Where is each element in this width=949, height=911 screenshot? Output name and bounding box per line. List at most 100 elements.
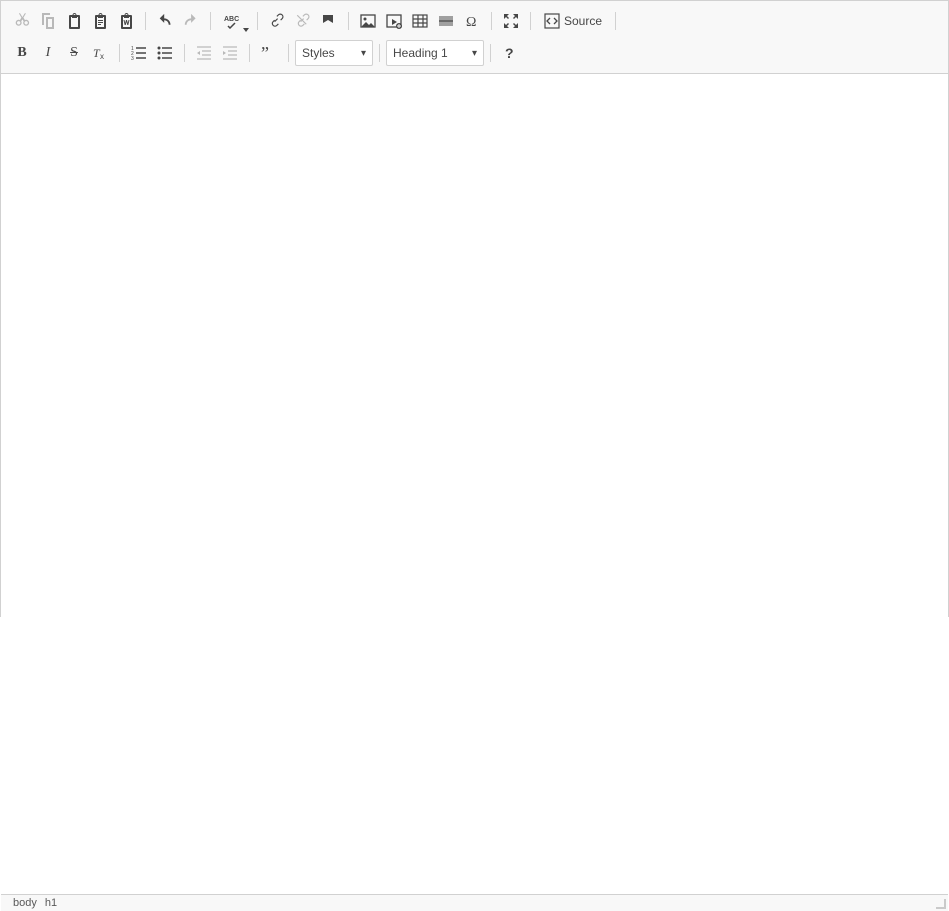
toolbar-row-2: B I S Tx 123 ” Styles ▾ xyxy=(7,37,942,69)
spellcheck-icon: ABC xyxy=(224,13,244,29)
svg-text:Ω: Ω xyxy=(466,15,476,29)
italic-icon: I xyxy=(46,45,51,61)
question-icon: ? xyxy=(502,45,518,61)
image-button[interactable] xyxy=(355,8,381,34)
svg-text:x: x xyxy=(100,52,104,61)
unlink-icon xyxy=(295,13,311,29)
italic-button[interactable]: I xyxy=(35,40,61,66)
separator xyxy=(491,12,492,30)
source-button[interactable]: Source xyxy=(537,8,609,34)
resize-handle[interactable] xyxy=(934,897,946,909)
blockquote-button[interactable]: ” xyxy=(256,40,282,66)
image-icon xyxy=(360,13,376,29)
link-button[interactable] xyxy=(264,8,290,34)
group-about: ? xyxy=(495,40,525,66)
format-label: Heading 1 xyxy=(393,46,448,60)
spellcheck-button[interactable]: ABC xyxy=(217,8,251,34)
separator xyxy=(379,44,380,62)
paste-text-button[interactable] xyxy=(87,8,113,34)
maximize-button[interactable] xyxy=(498,8,524,34)
group-basicstyles: B I S Tx xyxy=(7,40,115,66)
numlist-button[interactable]: 123 xyxy=(126,40,152,66)
separator xyxy=(249,44,250,62)
cut-icon xyxy=(14,13,30,29)
group-undo xyxy=(150,8,206,34)
svg-text:?: ? xyxy=(505,45,514,61)
format-combo[interactable]: Heading 1 ▾ xyxy=(386,40,484,66)
group-links xyxy=(262,8,344,34)
chevron-down-icon: ▾ xyxy=(361,48,366,59)
separator xyxy=(615,12,616,30)
elementpath-h1[interactable]: h1 xyxy=(41,895,61,911)
bullist-icon xyxy=(157,45,173,61)
copy-icon xyxy=(40,13,56,29)
chevron-down-icon xyxy=(243,28,249,32)
omega-icon: Ω xyxy=(464,13,480,29)
group-spell: ABC xyxy=(215,8,253,34)
paste-button[interactable] xyxy=(61,8,87,34)
indent-button[interactable] xyxy=(217,40,243,66)
paste-word-button[interactable] xyxy=(113,8,139,34)
separator xyxy=(184,44,185,62)
separator xyxy=(490,44,491,62)
anchor-icon xyxy=(321,13,337,29)
indent-icon xyxy=(222,45,238,61)
about-button[interactable]: ? xyxy=(497,40,523,66)
hr-icon xyxy=(438,13,454,29)
editor-container: ABC Ω xyxy=(0,0,949,617)
removeformat-button[interactable]: Tx xyxy=(87,40,113,66)
group-source: Source xyxy=(535,8,611,34)
anchor-button[interactable] xyxy=(316,8,342,34)
chevron-down-icon: ▾ xyxy=(472,48,477,59)
paste-icon xyxy=(66,13,82,29)
copy-button[interactable] xyxy=(35,8,61,34)
table-icon xyxy=(412,13,428,29)
cut-button[interactable] xyxy=(9,8,35,34)
svg-text:3: 3 xyxy=(131,56,134,61)
editor-content-scroll[interactable] xyxy=(1,74,948,894)
toolbar-row-1: ABC Ω xyxy=(7,5,942,37)
outdent-button[interactable] xyxy=(191,40,217,66)
undo-button[interactable] xyxy=(152,8,178,34)
strike-button[interactable]: S xyxy=(61,40,87,66)
bullist-button[interactable] xyxy=(152,40,178,66)
table-button[interactable] xyxy=(407,8,433,34)
hr-button[interactable] xyxy=(433,8,459,34)
unlink-button[interactable] xyxy=(290,8,316,34)
separator xyxy=(530,12,531,30)
strike-icon: S xyxy=(70,45,78,61)
specialchar-button[interactable]: Ω xyxy=(459,8,485,34)
group-lists: 123 xyxy=(124,40,180,66)
removeformat-icon: Tx xyxy=(92,45,108,61)
paste-text-icon xyxy=(92,13,108,29)
separator xyxy=(119,44,120,62)
blockquote-icon: ” xyxy=(261,45,277,61)
group-blockquote: ” xyxy=(254,40,284,66)
embed-button[interactable] xyxy=(381,8,407,34)
bold-button[interactable]: B xyxy=(9,40,35,66)
separator xyxy=(288,44,289,62)
svg-text:ABC: ABC xyxy=(224,16,239,23)
group-tools xyxy=(496,8,526,34)
redo-icon xyxy=(183,13,199,29)
paste-word-icon xyxy=(118,13,134,29)
redo-button[interactable] xyxy=(178,8,204,34)
undo-icon xyxy=(157,13,173,29)
separator xyxy=(210,12,211,30)
editor-content[interactable] xyxy=(11,84,938,884)
group-clipboard xyxy=(7,8,141,34)
group-insert: Ω xyxy=(353,8,487,34)
separator xyxy=(348,12,349,30)
svg-text:”: ” xyxy=(261,45,269,61)
source-label: Source xyxy=(564,14,602,28)
bold-icon: B xyxy=(17,45,26,61)
styles-combo[interactable]: Styles ▾ xyxy=(295,40,373,66)
styles-label: Styles xyxy=(302,46,335,60)
embed-icon xyxy=(386,13,402,29)
maximize-icon xyxy=(503,13,519,29)
separator xyxy=(145,12,146,30)
statusbar: body h1 xyxy=(1,894,948,911)
elementpath-body[interactable]: body xyxy=(9,895,41,911)
separator xyxy=(257,12,258,30)
source-icon xyxy=(544,13,560,29)
